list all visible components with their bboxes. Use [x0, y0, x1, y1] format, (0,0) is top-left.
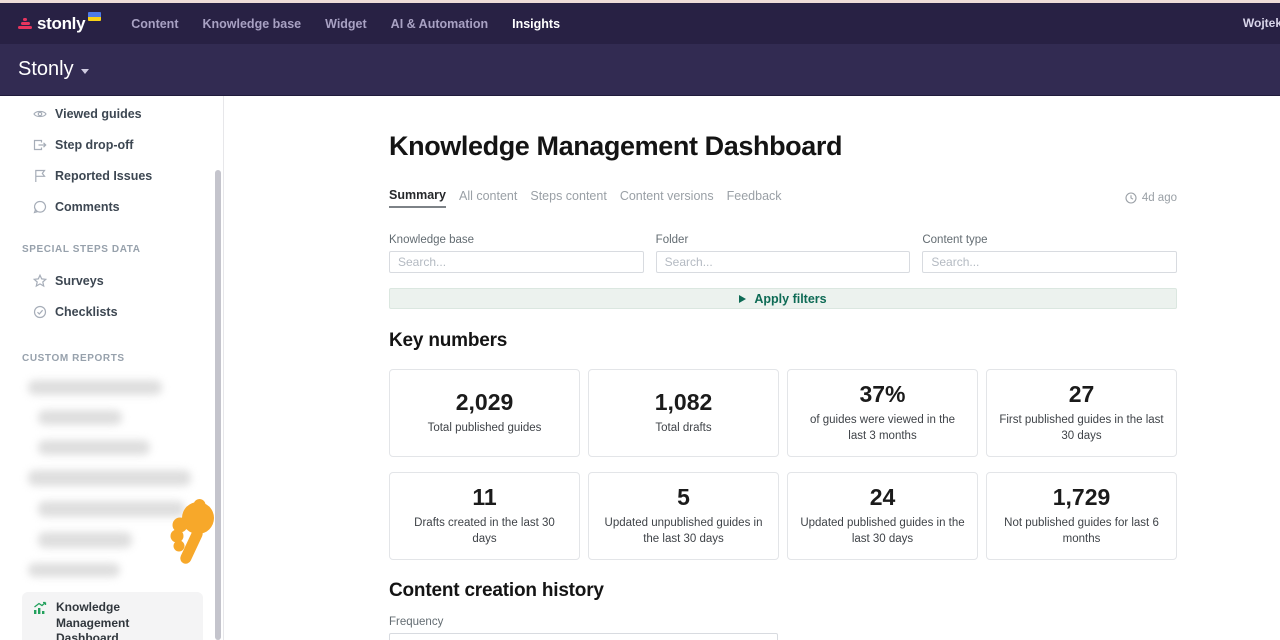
workspace-name: Stonly: [18, 58, 74, 81]
workspace-switcher[interactable]: Stonly: [18, 58, 89, 81]
custom-reports-list-blurred: [0, 380, 223, 577]
sidebar-item-reported-issues[interactable]: Reported Issues: [0, 160, 223, 191]
stonly-logo-icon: [18, 18, 32, 29]
main-content: Knowledge Management Dashboard Summary A…: [224, 96, 1280, 640]
comment-icon: [33, 200, 47, 214]
filter-label-knowledge-base: Knowledge base: [389, 234, 644, 246]
content-type-search-input[interactable]: [922, 251, 1177, 273]
stonly-logo-text: stonly: [37, 14, 85, 34]
workspace-header: Stonly: [0, 44, 1280, 96]
star-icon: [33, 274, 47, 288]
eye-icon: [33, 107, 47, 121]
stat-card-updated-published: 24 Updated published guides in the last …: [787, 472, 978, 560]
last-updated: 4d ago: [1125, 192, 1177, 204]
stat-card-not-published: 1,729 Not published guides for last 6 mo…: [986, 472, 1177, 560]
frequency-select[interactable]: Monthly: [389, 633, 778, 640]
user-menu[interactable]: Wojtek K: [1243, 16, 1280, 30]
tab-content-versions[interactable]: Content versions: [620, 189, 714, 207]
sidebar-scrollbar[interactable]: [215, 170, 221, 640]
step-exit-icon: [33, 138, 47, 152]
nav-item-content[interactable]: Content: [131, 17, 178, 31]
tabs-row: Summary All content Steps content Conten…: [389, 188, 1177, 208]
chart-trend-icon: [32, 600, 48, 616]
stat-card-first-published: 27 First published guides in the last 30…: [986, 369, 1177, 457]
stat-card-viewed-percentage: 37% of guides were viewed in the last 3 …: [787, 369, 978, 457]
tab-steps-content[interactable]: Steps content: [530, 189, 606, 207]
play-icon: [739, 295, 746, 303]
sidebar-item-step-drop-off[interactable]: Step drop-off: [0, 129, 223, 160]
custom-report-item-blurred[interactable]: [28, 563, 120, 577]
filters-row: Knowledge base Folder Content type: [389, 234, 1177, 273]
custom-report-item-blurred[interactable]: [38, 440, 150, 455]
tab-summary[interactable]: Summary: [389, 188, 446, 208]
sidebar-section-custom-reports: CUSTOM REPORTS: [0, 353, 223, 364]
filter-label-content-type: Content type: [922, 234, 1177, 246]
apply-filters-button[interactable]: Apply filters: [389, 288, 1177, 309]
sidebar-item-viewed-guides[interactable]: Viewed guides: [0, 98, 223, 129]
ukraine-flag-icon: [88, 12, 101, 21]
clock-icon: [1125, 192, 1137, 204]
sidebar-section-special-steps-data: SPECIAL STEPS DATA: [0, 244, 223, 255]
stat-card-drafts-created: 11 Drafts created in the last 30 days: [389, 472, 580, 560]
custom-report-item-blurred[interactable]: [38, 532, 132, 548]
chevron-down-icon: [81, 69, 89, 74]
content-creation-history-heading: Content creation history: [389, 580, 1177, 602]
frequency-label: Frequency: [389, 616, 1177, 628]
nav-item-knowledge-base[interactable]: Knowledge base: [202, 17, 301, 31]
folder-search-input[interactable]: [656, 251, 911, 273]
stat-card-total-published-guides: 2,029 Total published guides: [389, 369, 580, 457]
stat-card-total-drafts: 1,082 Total drafts: [588, 369, 779, 457]
custom-report-item-blurred[interactable]: [28, 380, 162, 395]
stat-card-updated-unpublished: 5 Updated unpublished guides in the last…: [588, 472, 779, 560]
nav-item-ai-automation[interactable]: AI & Automation: [391, 17, 488, 31]
check-circle-icon: [33, 305, 47, 319]
page-title: Knowledge Management Dashboard: [389, 131, 1177, 162]
nav-item-widget[interactable]: Widget: [325, 17, 367, 31]
nav-item-insights[interactable]: Insights: [512, 17, 560, 31]
tab-all-content[interactable]: All content: [459, 189, 517, 207]
key-numbers-grid: 2,029 Total published guides 1,082 Total…: [389, 369, 1177, 560]
sidebar-item-checklists[interactable]: Checklists: [0, 296, 223, 327]
filter-label-folder: Folder: [656, 234, 911, 246]
key-numbers-heading: Key numbers: [389, 330, 1177, 352]
flag-icon: [33, 169, 47, 183]
tab-feedback[interactable]: Feedback: [727, 189, 782, 207]
sidebar-item-knowledge-management-dashboard[interactable]: Knowledge Management Dashboard: [22, 592, 203, 640]
custom-report-item-blurred[interactable]: [38, 410, 122, 425]
sidebar: Viewed guides Step drop-off Reported Iss…: [0, 96, 224, 640]
stonly-logo[interactable]: stonly: [18, 14, 101, 34]
top-navigation-bar: stonly Content Knowledge base Widget AI …: [0, 3, 1280, 44]
custom-report-item-blurred[interactable]: [38, 501, 185, 517]
knowledge-base-search-input[interactable]: [389, 251, 644, 273]
custom-report-item-blurred[interactable]: [28, 470, 191, 486]
sidebar-item-comments[interactable]: Comments: [0, 191, 223, 222]
sidebar-item-surveys[interactable]: Surveys: [0, 265, 223, 296]
